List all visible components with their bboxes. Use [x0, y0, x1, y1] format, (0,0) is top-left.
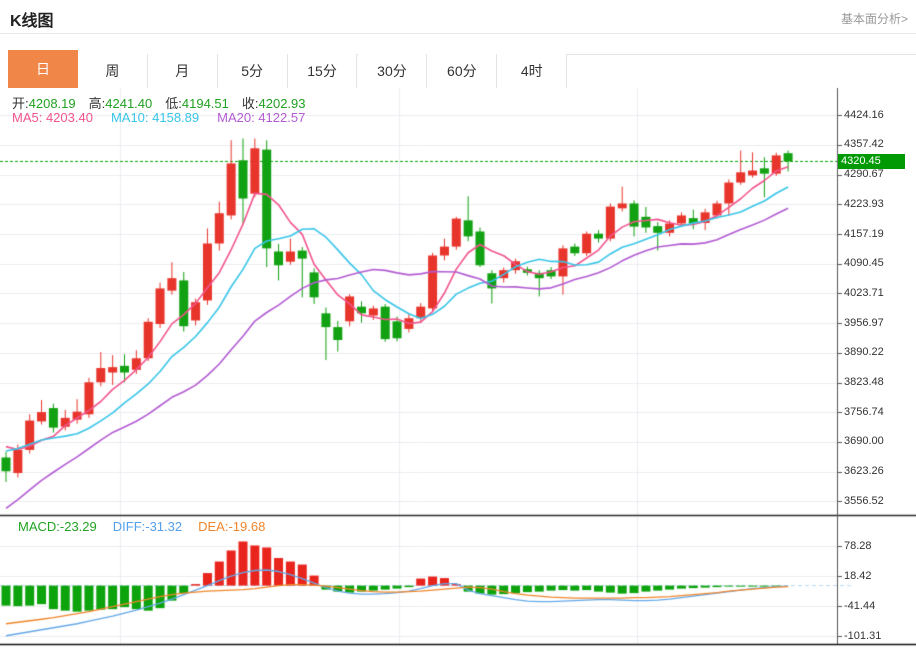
- price-axis-label: 3623.26: [844, 465, 884, 478]
- page-title: K线图: [10, 13, 54, 30]
- price-axis-label: 3823.48: [844, 376, 884, 388]
- price-axis-label: 4023.71: [844, 286, 884, 299]
- tab-period-4[interactable]: 15分: [287, 54, 358, 88]
- ma-legend-item-1: MA10: 4158.89: [110, 110, 200, 125]
- price-axis-label: 3956.97: [844, 316, 884, 329]
- macd-legend-item-2: DEA:-19.68: [198, 519, 266, 534]
- ma-legend: MA5: 4203.40 MA10: 4158.89 MA20: 4122.57: [12, 110, 323, 125]
- low-value: 4194.51: [181, 96, 229, 111]
- macd-axis-label: 18.42: [844, 569, 872, 582]
- macd-legend-item-0: MACD:-23.29: [18, 519, 97, 534]
- kline-app: K线图 基本面分析> 日周月 5分 15分 30分 60分 4时 开:4208.19 高:4…: [0, 0, 916, 649]
- macd-legend: MACD:-23.29 DIFF:-31.32 DEA:-19.68: [18, 519, 281, 534]
- tab-period-1[interactable]: 周: [77, 54, 148, 88]
- close-label: 收:: [241, 96, 259, 111]
- title-divider: [0, 33, 916, 34]
- ma-legend-item-0: MA5: 4203.40: [12, 110, 93, 125]
- tab-period-5[interactable]: 30分: [357, 54, 428, 88]
- tab-period-7[interactable]: 4时: [497, 54, 568, 88]
- price-axis-label: 4223.93: [844, 197, 884, 210]
- price-axis-label: 4290.67: [844, 168, 884, 181]
- close-value: 4202.93: [258, 96, 306, 111]
- tab-period-3[interactable]: 5分: [217, 54, 288, 88]
- price-axis-label: 4357.42: [844, 138, 884, 151]
- open-label: 开:: [12, 96, 29, 111]
- ma-legend-item-2: MA20: 4122.57: [217, 110, 306, 125]
- macd-axis-label: 78.28: [844, 539, 872, 552]
- price-axis-label: 4424.16: [844, 108, 884, 121]
- macd-axis-label: -41.44: [844, 599, 876, 612]
- price-axis-label: 4090.45: [844, 257, 884, 270]
- tab-period-2[interactable]: 月: [147, 54, 218, 88]
- price-axis-label: 3690.00: [844, 435, 884, 448]
- high-label: 高:: [88, 96, 106, 111]
- price-axis-label: 3756.74: [844, 405, 884, 418]
- high-value: 4241.40: [105, 96, 153, 111]
- fundamental-analysis-link[interactable]: 基本面分析>: [841, 10, 908, 27]
- open-value: 4208.19: [28, 96, 76, 111]
- last-price-tag: 4320.45: [838, 153, 905, 169]
- price-axis-label: 3890.22: [844, 346, 884, 359]
- price-axis-label: 3556.52: [844, 494, 884, 507]
- tab-period-0[interactable]: 日: [8, 50, 78, 88]
- tab-period-6[interactable]: 60分: [427, 54, 498, 88]
- macd-axis-label: -101.31: [844, 629, 882, 642]
- low-label: 低:: [165, 96, 182, 111]
- price-axis-label: 4157.19: [844, 227, 884, 240]
- macd-legend-item-1: DIFF:-31.32: [112, 519, 183, 534]
